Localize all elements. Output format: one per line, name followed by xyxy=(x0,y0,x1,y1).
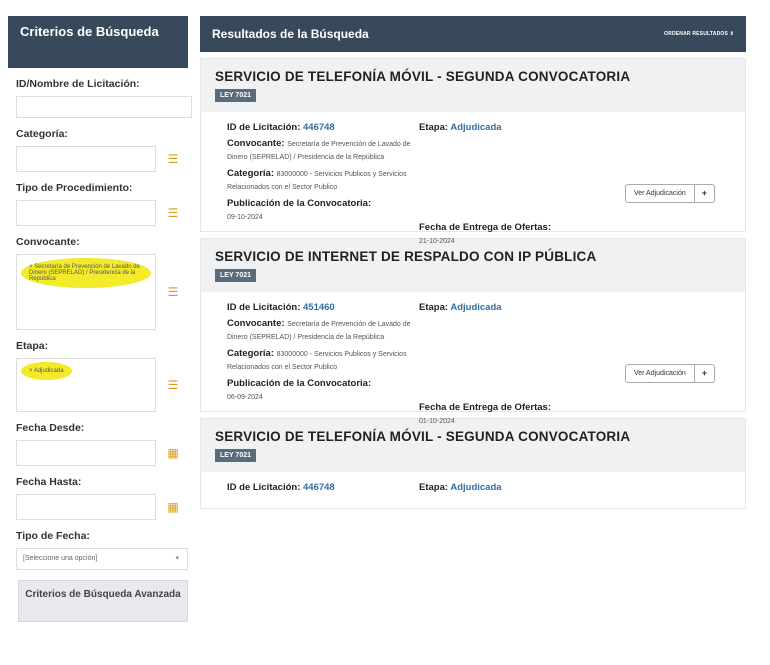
results-panel: Resultados de la Búsqueda ORDENAR RESULT… xyxy=(200,16,746,509)
etapa-input[interactable]: × Adjudicada xyxy=(16,358,156,412)
card-title[interactable]: SERVICIO DE TELEFONÍA MÓVIL - SEGUNDA CO… xyxy=(215,429,731,444)
fecha-desde-label: Fecha Desde: xyxy=(16,422,85,434)
publicacion-date: 06-09-2024 xyxy=(227,394,263,401)
result-card: SERVICIO DE TELEFONÍA MÓVIL - SEGUNDA CO… xyxy=(200,418,746,509)
licitacion-id-link[interactable]: 446748 xyxy=(303,482,335,493)
etapa-label: Etapa: xyxy=(419,302,449,313)
fecha-desde-input[interactable] xyxy=(16,440,156,466)
id-label: ID de Licitación: xyxy=(227,302,301,313)
law-badge: LEY 7021 xyxy=(215,449,257,462)
etapa-value: Adjudicada xyxy=(450,482,502,493)
card-body: ID de Licitación: 446748 Etapa: Adjudica… xyxy=(201,472,745,508)
card-header: SERVICIO DE TELEFONÍA MÓVIL - SEGUNDA CO… xyxy=(201,59,745,112)
etapa-label: Etapa: xyxy=(419,482,449,493)
entrega-label: Fecha de Entrega de Ofertas: xyxy=(419,222,551,233)
categoria-label: Categoría: xyxy=(16,128,68,140)
publicacion-label: Publicación de la Convocatoria: xyxy=(227,198,372,209)
results-header: Resultados de la Búsqueda ORDENAR RESULT… xyxy=(200,16,746,52)
card-body: ID de Licitación: 446748 Convocante: Sec… xyxy=(201,112,745,245)
convocante-label: Convocante: xyxy=(16,236,80,248)
plus-button[interactable]: + xyxy=(694,364,715,383)
convocante-label: Convocante: xyxy=(227,138,285,149)
fecha-hasta-input[interactable] xyxy=(16,494,156,520)
entrega-label: Fecha de Entrega de Ofertas: xyxy=(419,402,551,413)
card-header: SERVICIO DE TELEFONÍA MÓVIL - SEGUNDA CO… xyxy=(201,419,745,472)
calendar-icon[interactable]: ▦ xyxy=(164,444,182,462)
list-icon[interactable]: ☰ xyxy=(164,376,182,394)
sort-results-link[interactable]: ORDENAR RESULTADOS ⇕ xyxy=(664,31,734,37)
categoria-label: Categoría: xyxy=(227,348,274,359)
etapa-label: Etapa: xyxy=(16,340,49,352)
ver-adjudicacion-button[interactable]: Ver Adjudicación xyxy=(624,364,695,383)
tipo-fecha-select[interactable]: [Seleccione una opción] ▾ xyxy=(16,548,188,570)
convocante-label: Convocante: xyxy=(227,318,285,329)
tipo-fecha-label: Tipo de Fecha: xyxy=(16,530,90,542)
tipo-procedimiento-label: Tipo de Procedimiento: xyxy=(16,182,133,194)
result-card: SERVICIO DE INTERNET DE RESPALDO CON IP … xyxy=(200,238,746,425)
publicacion-date: 09-10-2024 xyxy=(227,214,263,221)
licitacion-id-link[interactable]: 451460 xyxy=(303,302,335,313)
plus-button[interactable]: + xyxy=(694,184,715,203)
fecha-hasta-label: Fecha Hasta: xyxy=(16,476,82,488)
etapa-value: Adjudicada xyxy=(450,302,502,313)
licitacion-id-link[interactable]: 446748 xyxy=(303,122,335,133)
id-input[interactable] xyxy=(16,96,192,118)
etapa-value: Adjudicada xyxy=(450,122,502,133)
card-actions: Ver Adjudicación + xyxy=(624,184,715,203)
entrega-date: 21-10-2024 xyxy=(419,238,455,245)
search-criteria-sidebar: Criterios de Búsqueda ID/Nombre de Licit… xyxy=(8,16,192,622)
card-title[interactable]: SERVICIO DE INTERNET DE RESPALDO CON IP … xyxy=(215,249,731,264)
publicacion-label: Publicación de la Convocatoria: xyxy=(227,378,372,389)
calendar-icon[interactable]: ▦ xyxy=(164,498,182,516)
categoria-input[interactable] xyxy=(16,146,156,172)
id-label: ID/Nombre de Licitación: xyxy=(16,78,140,90)
tipo-fecha-placeholder: [Seleccione una opción] xyxy=(23,555,98,562)
convocante-selected-tag[interactable]: × Secretaría de Prevención de Lavado de … xyxy=(21,258,151,288)
law-badge: LEY 7021 xyxy=(215,89,257,102)
convocante-input[interactable]: × Secretaría de Prevención de Lavado de … xyxy=(16,254,156,330)
etapa-selected-tag[interactable]: × Adjudicada xyxy=(21,362,72,380)
chevron-down-icon: ▾ xyxy=(175,555,179,562)
result-card: SERVICIO DE TELEFONÍA MÓVIL - SEGUNDA CO… xyxy=(200,58,746,245)
card-header: SERVICIO DE INTERNET DE RESPALDO CON IP … xyxy=(201,239,745,292)
etapa-label: Etapa: xyxy=(419,122,449,133)
categoria-label: Categoría: xyxy=(227,168,274,179)
entrega-date: 01-10-2024 xyxy=(419,418,455,425)
tipo-procedimiento-input[interactable] xyxy=(16,200,156,226)
list-icon[interactable]: ☰ xyxy=(164,204,182,222)
sidebar-title: Criterios de Búsqueda xyxy=(8,16,188,68)
card-actions: Ver Adjudicación + xyxy=(624,364,715,383)
id-label: ID de Licitación: xyxy=(227,122,301,133)
law-badge: LEY 7021 xyxy=(215,269,257,282)
results-title: Resultados de la Búsqueda xyxy=(212,27,369,41)
id-label: ID de Licitación: xyxy=(227,482,301,493)
card-title[interactable]: SERVICIO DE TELEFONÍA MÓVIL - SEGUNDA CO… xyxy=(215,69,731,84)
list-icon[interactable]: ☰ xyxy=(164,150,182,168)
page: Criterios de Búsqueda ID/Nombre de Licit… xyxy=(0,0,770,665)
ver-adjudicacion-button[interactable]: Ver Adjudicación xyxy=(624,184,695,203)
advanced-search-button[interactable]: Criterios de Búsqueda Avanzada xyxy=(18,580,188,622)
card-body: ID de Licitación: 451460 Convocante: Sec… xyxy=(201,292,745,425)
list-icon[interactable]: ☰ xyxy=(164,283,182,301)
